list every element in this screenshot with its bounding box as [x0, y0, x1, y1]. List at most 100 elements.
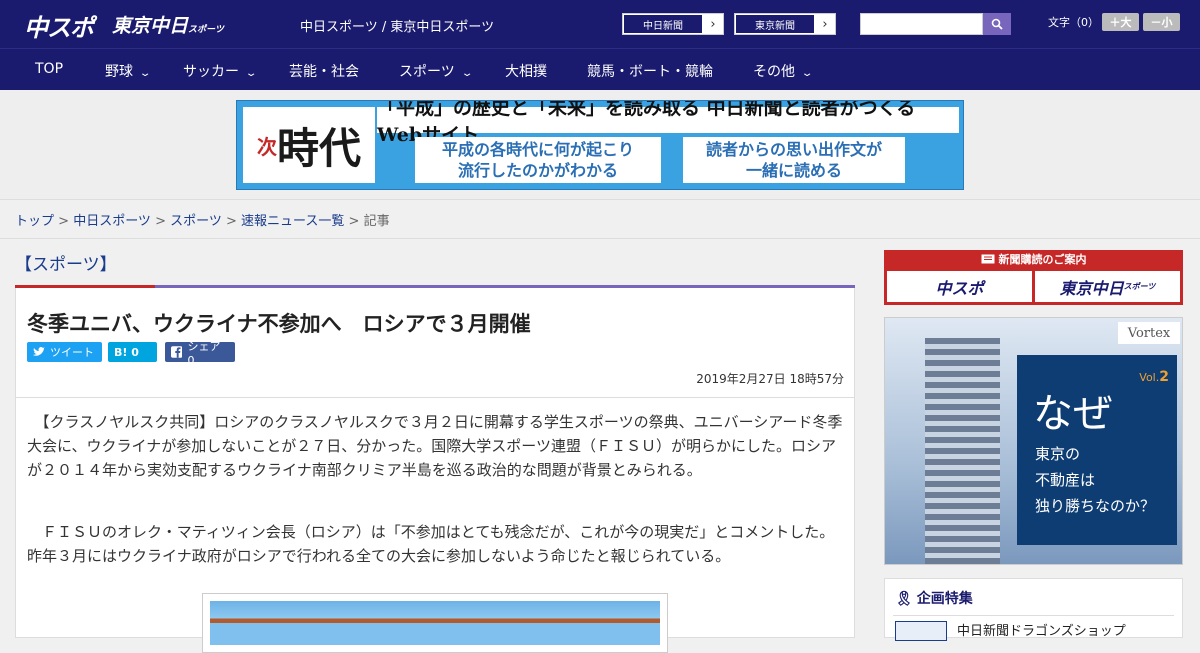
- font-increase-button[interactable]: ＋大: [1102, 13, 1139, 31]
- feature-thumbnail: [895, 621, 947, 641]
- banner-box-1: 平成の各時代に何が起こり 流行したのかがわかる: [415, 137, 661, 183]
- feature-section: 🎗 企画特集 中日新聞ドラゴンズショップ: [884, 578, 1183, 641]
- facebook-icon: [171, 346, 183, 358]
- ad-line: 不動産は: [1035, 471, 1096, 489]
- photo-image: [210, 601, 660, 645]
- hatena-label: B! 0: [114, 345, 139, 359]
- breadcrumb-link[interactable]: 速報ニュース一覧: [241, 214, 344, 229]
- ad-headline: なぜ: [1033, 391, 1113, 437]
- ad-line: 独り勝ちなのか？: [1035, 497, 1156, 515]
- hatena-bookmark-button[interactable]: B! 0: [108, 342, 157, 362]
- tweet-label: ツイート: [50, 346, 94, 359]
- banner-area: 次時代 「平成」の歴史と「未来」を読み取る 中日新聞と読者がつくるWebサイト …: [0, 90, 1200, 200]
- article-title: 冬季ユニバ、ウクライナ不参加へ ロシアで３月開催: [27, 312, 531, 336]
- breadcrumb-current: 記事: [363, 214, 390, 229]
- font-size-label: 文字（0）: [1048, 16, 1099, 29]
- banner-box-2: 読者からの思い出作文が 一緒に読める: [683, 137, 905, 183]
- twitter-icon: [33, 347, 45, 356]
- ad-volume: Vol.2: [1139, 369, 1169, 385]
- banner-box-line: 読者からの思い出作文が: [705, 140, 882, 159]
- ext-link-label: 中日新聞: [623, 14, 703, 34]
- nav-item-label: 芸能・社会: [289, 64, 359, 80]
- breadcrumb-link[interactable]: スポーツ: [170, 214, 222, 229]
- tokyo-chunichi-logo-text: 東京中日: [112, 15, 189, 37]
- nav-item-top[interactable]: TOP: [35, 61, 63, 77]
- banner-kanji-logo: 次時代: [243, 107, 375, 183]
- nav-item-label: TOP: [35, 61, 64, 77]
- nav-item-label: その他: [753, 64, 795, 80]
- nav-item-sumo[interactable]: 大相撲: [505, 61, 547, 81]
- building-image: [925, 338, 1000, 564]
- banner-kanji-sub: 次: [256, 134, 277, 159]
- chevron-down-icon: ⌄: [244, 68, 258, 79]
- search-form: [860, 13, 1011, 35]
- jidai-banner-ad[interactable]: 次時代 「平成」の歴史と「未来」を読み取る 中日新聞と読者がつくるWebサイト …: [236, 100, 964, 190]
- main-nav: TOP 野球 ⌄ サッカー ⌄ 芸能・社会 スポーツ ⌄ 大相撲 競馬・ボート・競輪 …: [0, 48, 1200, 90]
- chevron-down-icon: ⌄: [138, 68, 152, 79]
- ext-link-label: 東京新聞: [735, 14, 815, 34]
- nav-item-other[interactable]: その他 ⌄: [753, 61, 814, 81]
- sub-logo-small: スポーツ: [1123, 282, 1156, 291]
- category-label: 【スポーツ】: [15, 255, 117, 275]
- banner-box-line: 平成の各時代に何が起こり: [441, 140, 634, 159]
- subscribe-tokyo-chunichi-button[interactable]: 東京中日 スポーツ: [1035, 271, 1180, 302]
- ad-line: 東京の: [1035, 445, 1081, 463]
- tweet-button[interactable]: ツイート: [27, 342, 102, 362]
- feature-item[interactable]: 中日新聞ドラゴンズショップ: [893, 615, 1174, 641]
- subscription-header[interactable]: 新聞購読のご案内: [884, 250, 1183, 268]
- article-body: 【クラスノヤルスク共同】ロシアのクラスノヤルスクで３月２日に開幕する学生スポーツ…: [15, 398, 855, 653]
- chevron-down-icon: ⌄: [800, 68, 814, 79]
- sub-logo-text: 東京中日: [1059, 278, 1124, 298]
- subscription-title: 新聞購読のご案内: [998, 253, 1087, 266]
- tokyo-chunichi-logo-sub: スポーツ: [188, 25, 224, 35]
- nav-item-sports[interactable]: スポーツ ⌄: [399, 61, 474, 81]
- article-paragraph: ＦＩＳＵのオレク・マティツィン会長（ロシア）は「不参加はとても残念だが、これが今…: [27, 523, 835, 565]
- tokyo-shinbun-link[interactable]: 東京新聞 ›: [734, 13, 836, 35]
- banner-headline: 「平成」の歴史と「未来」を読み取る 中日新聞と読者がつくるWebサイト: [377, 101, 959, 146]
- nav-item-label: 競馬・ボート・競輪: [587, 64, 713, 80]
- article-header: 冬季ユニバ、ウクライナ不参加へ ロシアで３月開催 ツイート B! 0 シェア 0…: [15, 288, 855, 398]
- ribbon-icon: 🎗: [895, 591, 913, 607]
- chevron-right-icon: ›: [815, 14, 835, 34]
- breadcrumb-link[interactable]: 中日スポーツ: [73, 214, 151, 229]
- share-label: シェア 0: [187, 339, 221, 367]
- chevron-down-icon: ⌄: [460, 68, 474, 79]
- breadcrumb-link[interactable]: トップ: [15, 214, 54, 229]
- ad-vol-prefix: Vol.: [1139, 371, 1160, 384]
- nav-item-entertainment[interactable]: 芸能・社会: [289, 61, 359, 81]
- chunichi-shinbun-link[interactable]: 中日新聞 ›: [622, 13, 724, 35]
- ad-brand: Vortex: [1118, 322, 1180, 344]
- banner-box-line: 一緒に読める: [745, 161, 842, 180]
- chuspo-logo[interactable]: 中スポ: [24, 8, 94, 43]
- nav-item-label: サッカー: [183, 64, 239, 80]
- nav-item-racing[interactable]: 競馬・ボート・競輪: [587, 61, 713, 81]
- ad-vol-number: 2: [1159, 369, 1169, 385]
- nav-item-baseball[interactable]: 野球 ⌄: [105, 61, 152, 81]
- subscribe-chuspo-button[interactable]: 中スポ: [887, 271, 1032, 302]
- banner-box-line: 流行したのかがわかる: [457, 161, 618, 180]
- nav-item-label: 野球: [105, 64, 133, 80]
- nav-item-label: スポーツ: [399, 64, 455, 80]
- vortex-ad[interactable]: Vortex Vol.2 なぜ 東京の 不動産は 独り勝ちなのか？: [884, 317, 1183, 565]
- tokyo-chunichi-logo[interactable]: 東京中日スポーツ: [112, 11, 224, 38]
- chevron-right-icon: ›: [703, 14, 723, 34]
- search-icon: [991, 18, 1003, 30]
- divider: [0, 238, 1200, 239]
- font-decrease-button[interactable]: －小: [1143, 13, 1180, 31]
- banner-kanji-main: 時代: [276, 123, 361, 173]
- site-header: 中スポ 東京中日スポーツ 中日スポーツ / 東京中日スポーツ 中日新聞 › 東京新…: [0, 0, 1200, 48]
- facebook-share-button[interactable]: シェア 0: [165, 340, 235, 367]
- search-input[interactable]: [860, 13, 983, 35]
- ad-panel: Vol.2 なぜ 東京の 不動産は 独り勝ちなのか？: [1017, 355, 1177, 545]
- article-date: 2019年2月27日 18時57分: [696, 372, 844, 386]
- breadcrumb: トップ > 中日スポーツ > スポーツ > 速報ニュース一覧 > 記事: [15, 214, 390, 229]
- site-name: 中日スポーツ / 東京中日スポーツ: [300, 20, 495, 35]
- feature-heading: 🎗 企画特集: [895, 588, 977, 608]
- newspaper-icon: [981, 254, 994, 264]
- search-button[interactable]: [983, 13, 1011, 35]
- feature-title: 企画特集: [916, 591, 973, 607]
- article-paragraph: 【クラスノヤルスク共同】ロシアのクラスノヤルスクで３月２日に開幕する学生スポーツ…: [27, 413, 843, 479]
- subscription-logos: 中スポ 東京中日 スポーツ: [884, 268, 1183, 305]
- article-photo: [202, 593, 668, 653]
- nav-item-soccer[interactable]: サッカー ⌄: [183, 61, 258, 81]
